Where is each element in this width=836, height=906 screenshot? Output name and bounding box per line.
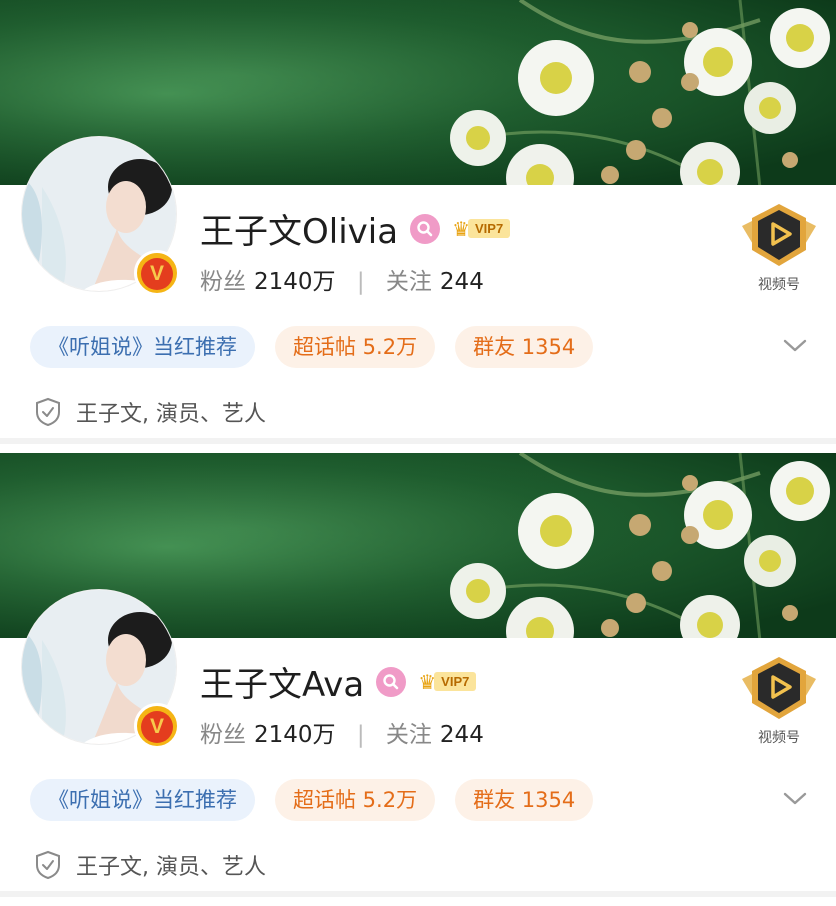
video-channel-button[interactable]: 视频号 (736, 653, 822, 753)
verification-row: 王子文, 演员、艺人 (34, 396, 266, 428)
chip-group[interactable]: 群友 1354 (455, 326, 594, 368)
chips-row: 《听姐说》当红推荐 超话帖 5.2万 群友 1354 (30, 779, 594, 821)
fans-count[interactable]: 2140万 (254, 269, 336, 295)
stats-divider: | (356, 722, 365, 748)
vip-level: VIP7 (468, 219, 511, 238)
chip-recommend[interactable]: 《听姐说》当红推荐 (30, 779, 255, 821)
follow-count[interactable]: 244 (440, 269, 484, 295)
video-channel-label: 视频号 (758, 730, 800, 746)
section-divider (0, 438, 836, 444)
vip-badge[interactable]: ♛ VIP7 (452, 216, 511, 242)
follow-count[interactable]: 244 (440, 722, 484, 748)
follow-label[interactable]: 关注 (386, 722, 432, 748)
section-divider (0, 891, 836, 897)
profile-name: 王子文Ava (200, 665, 365, 705)
chip-recommend[interactable]: 《听姐说》当红推荐 (30, 326, 255, 368)
chip-super-topic[interactable]: 超话帖 5.2万 (275, 326, 436, 368)
name-row: 王子文Ava ♛ VIP7 (200, 657, 477, 706)
chip-group[interactable]: 群友 1354 (455, 779, 594, 821)
profile-header: V 王子文Ava ♛ VIP7 粉丝 2140万 | 关注 244 视频号 《听… (0, 453, 836, 906)
stats-row: 粉丝 2140万 | 关注 244 (200, 262, 484, 296)
fans-label[interactable]: 粉丝 (200, 722, 246, 748)
verified-badge: V (134, 250, 180, 296)
video-channel-label: 视频号 (758, 277, 800, 293)
vip-badge[interactable]: ♛ VIP7 (418, 669, 477, 695)
fans-label[interactable]: 粉丝 (200, 269, 246, 295)
chevron-down-icon[interactable] (782, 790, 808, 808)
shield-check-icon (36, 397, 60, 427)
video-channel-icon (742, 204, 816, 266)
video-channel-icon (742, 657, 816, 719)
verification-text: 王子文, 演员、艺人 (76, 855, 266, 880)
verified-badge: V (134, 703, 180, 749)
profile-header: V 王子文Olivia ♛ VIP7 粉丝 2140万 | 关注 244 视频号… (0, 0, 836, 453)
follow-label[interactable]: 关注 (386, 269, 432, 295)
chip-super-topic[interactable]: 超话帖 5.2万 (275, 779, 436, 821)
video-channel-button[interactable]: 视频号 (736, 200, 822, 300)
profile-name: 王子文Olivia (200, 212, 399, 252)
chevron-down-icon[interactable] (782, 337, 808, 355)
vip-level: VIP7 (434, 672, 477, 691)
search-icon[interactable] (376, 666, 407, 697)
fans-count[interactable]: 2140万 (254, 722, 336, 748)
verification-row: 王子文, 演员、艺人 (34, 849, 266, 881)
stats-divider: | (356, 269, 365, 295)
search-icon[interactable] (410, 213, 441, 244)
name-row: 王子文Olivia ♛ VIP7 (200, 204, 511, 253)
stats-row: 粉丝 2140万 | 关注 244 (200, 715, 484, 749)
verified-v-icon: V (141, 711, 173, 743)
shield-check-icon (36, 850, 60, 880)
verified-v-icon: V (141, 258, 173, 290)
verification-text: 王子文, 演员、艺人 (76, 402, 266, 427)
chips-row: 《听姐说》当红推荐 超话帖 5.2万 群友 1354 (30, 326, 594, 368)
